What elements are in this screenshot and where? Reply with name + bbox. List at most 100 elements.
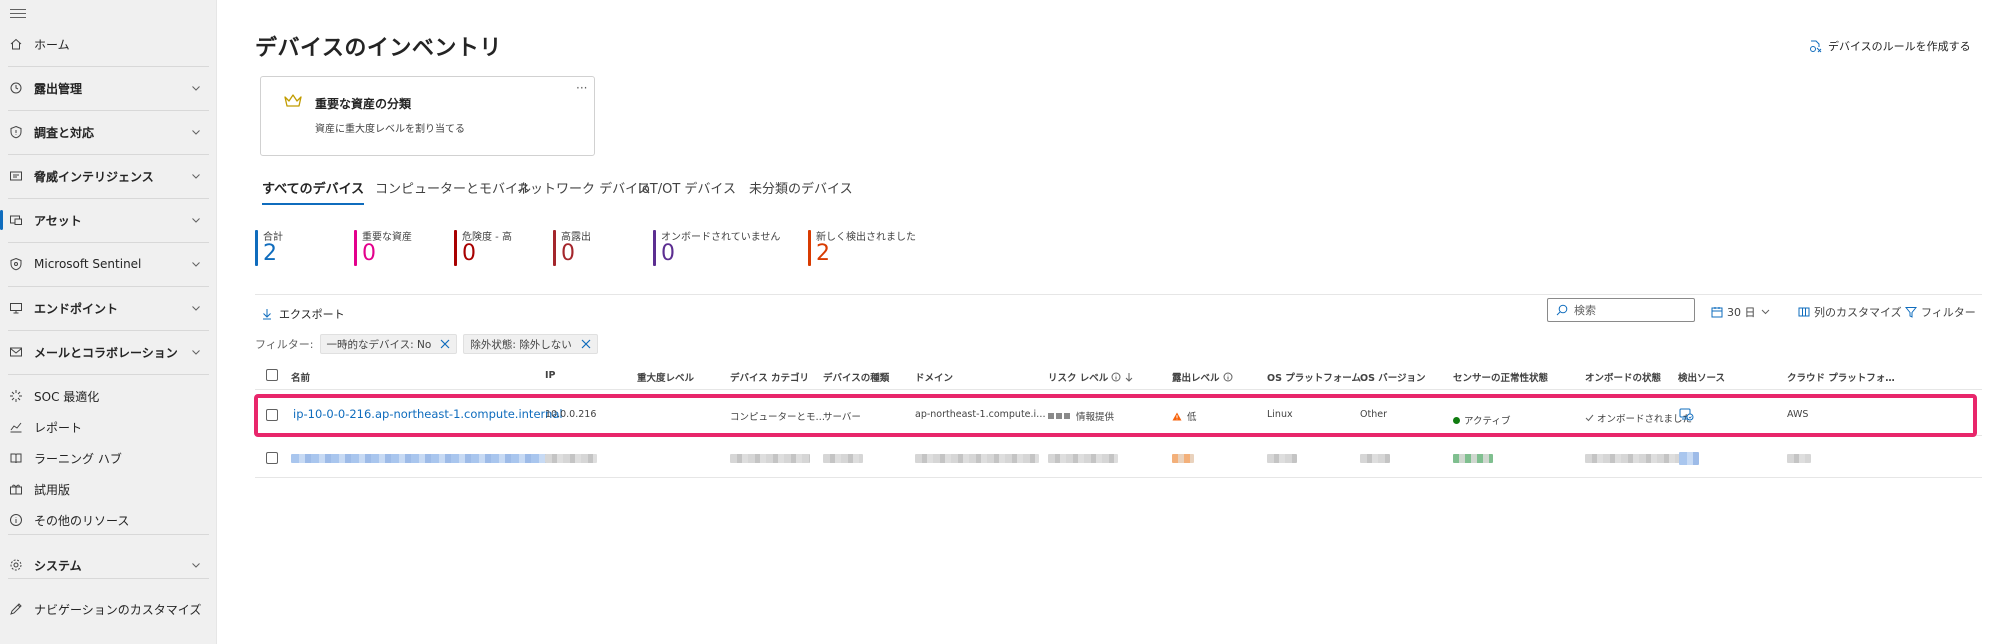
tab-uncategorized-devices[interactable]: 未分類のデバイス (749, 178, 853, 203)
redacted-type (823, 454, 863, 463)
column-header-name[interactable]: 名前 (291, 370, 310, 384)
stat-color-bar (354, 230, 357, 266)
device-domain: ap-northeast-1.compute.i… (915, 409, 1046, 420)
sidebar-item-soc-optimization[interactable]: SOC 最適化 (0, 381, 217, 411)
page-title: デバイスのインベントリ (255, 36, 502, 61)
sidebar-item-threat-intel[interactable]: 脅威インテリジェンス (0, 161, 217, 191)
sidebar-item-trial[interactable]: 試用版 (0, 474, 217, 504)
column-header-cloud-platform[interactable]: クラウド プラットフォ… (1787, 370, 1895, 384)
onboarding-status-value: オンボードされました (1597, 414, 1693, 425)
redacted-detection-source (1679, 452, 1699, 465)
device-risk-level: 情報提供 (1048, 409, 1114, 423)
sidebar-item-mail[interactable]: メールとコラボレーション (0, 337, 217, 367)
stat-value: 2 (263, 241, 277, 266)
reports-icon (10, 422, 22, 433)
search-box[interactable] (1547, 298, 1695, 322)
stat-color-bar (454, 230, 457, 266)
section-divider (255, 294, 1982, 295)
endpoint-icon (10, 303, 22, 314)
stat-label: オンボードされていません (661, 232, 781, 243)
filter-button[interactable]: フィルター (1905, 304, 1976, 320)
device-cloud-platform: AWS (1787, 409, 1809, 420)
tab-iot-ot-devices[interactable]: IoT/OT デバイス (638, 178, 736, 203)
sidebar-item-label: Microsoft Sentinel (34, 257, 142, 271)
tab-all-devices[interactable]: すべてのデバイス (262, 178, 365, 205)
table-row[interactable]: ip-10-0-0-216.ap-northeast-1.compute.int… (255, 394, 1982, 436)
redacted-device-name[interactable] (291, 454, 553, 463)
chevron-down-icon (1761, 309, 1769, 315)
sidebar-item-label: その他のリソース (34, 513, 130, 528)
close-icon[interactable] (581, 339, 591, 349)
exposure-level-value: 低 (1187, 412, 1197, 423)
sidebar-item-endpoint[interactable]: エンドポイント (0, 293, 217, 323)
column-header-ip[interactable]: IP (545, 370, 556, 381)
column-header-sensor-health[interactable]: センサーの正常性状態 (1453, 370, 1548, 384)
column-header-device-category[interactable]: デバイス カテゴリ (730, 370, 809, 384)
stat-color-bar (553, 230, 556, 266)
customize-columns-button[interactable]: 列のカスタマイズ (1798, 304, 1902, 320)
risk-bars-icon (1048, 413, 1070, 419)
card-description: 資産に重大度レベルを割り当てる (315, 124, 465, 135)
device-category: コンピューターとモ… (730, 412, 826, 423)
device-os-platform: Linux (1267, 409, 1293, 420)
chevron-down-icon (192, 130, 200, 135)
gear-icon (10, 559, 22, 571)
date-range-dropdown[interactable]: 30 日 (1711, 304, 1774, 320)
redacted-os-version (1360, 454, 1390, 463)
column-header-device-type[interactable]: デバイスの種類 (823, 370, 889, 384)
sidebar-item-exposure[interactable]: 露出管理 (0, 73, 217, 103)
detection-source-icon[interactable] (1679, 407, 1694, 424)
tab-network-devices[interactable]: ネットワーク デバイス (517, 178, 651, 203)
left-navigation: ホーム露出管理調査と対応脅威インテリジェンス アセット Microsoft Sent… (0, 0, 217, 644)
crown-icon (284, 94, 302, 107)
active-filters: フィルター: 一時的なデバイス: No 除外状態: 除外しない (255, 334, 604, 354)
checkmark-icon (1585, 414, 1594, 422)
close-icon[interactable] (440, 339, 450, 349)
sidebar-item-label: SOC 最適化 (34, 389, 100, 404)
column-header-os-platform[interactable]: OS プラットフォーム (1267, 370, 1361, 384)
row-checkbox[interactable] (266, 452, 278, 464)
hamburger-menu-icon[interactable] (10, 6, 26, 20)
days-label: 30 日 (1727, 306, 1756, 319)
column-header-os-version[interactable]: OS バージョン (1360, 370, 1426, 384)
sidebar-item-label: エンドポイント (34, 301, 119, 316)
stat-value: 0 (462, 241, 476, 266)
row-checkbox[interactable] (266, 409, 278, 421)
stat-value: 0 (362, 241, 376, 266)
column-header-detection-source[interactable]: 検出ソース (1678, 370, 1725, 384)
search-input[interactable] (1574, 303, 1684, 317)
shield-icon (10, 125, 22, 139)
export-button[interactable]: エクスポート (262, 306, 345, 322)
create-device-rule-button[interactable]: デバイスのルールを作成する (1809, 38, 1971, 54)
column-header-severity[interactable]: 重大度レベル (637, 370, 694, 384)
filter-icon (1905, 307, 1917, 318)
more-options-icon[interactable]: ··· (576, 81, 587, 95)
nav-separator (8, 66, 209, 67)
soc-optimization-icon (10, 390, 22, 402)
sidebar-item-gear[interactable]: システム (0, 550, 217, 580)
sidebar-item-sentinel[interactable]: Microsoft Sentinel (0, 249, 217, 279)
critical-asset-card[interactable]: 重要な資産の分類 資産に重大度レベルを割り当てる ··· (260, 76, 595, 156)
tab-computers-mobile[interactable]: コンピューターとモバイル (375, 178, 531, 203)
sidebar-item-info[interactable]: その他のリソース (0, 505, 217, 535)
sidebar-item-home[interactable]: ホーム (0, 29, 217, 59)
home-icon (10, 38, 22, 50)
device-name-link[interactable]: ip-10-0-0-216.ap-northeast-1.compute.int… (293, 407, 563, 421)
sidebar-item-assets[interactable]: アセット (0, 205, 217, 235)
sidebar-item-pencil[interactable]: ナビゲーションのカスタマイズ (0, 594, 217, 624)
device-os-version: Other (1360, 409, 1387, 420)
column-header-domain[interactable]: ドメイン (915, 370, 953, 384)
column-header-risk-level[interactable]: リスク レベル (1048, 370, 1133, 384)
column-header-onboarding-status[interactable]: オンボードの状態 (1585, 370, 1661, 384)
nav-separator (8, 374, 209, 375)
chip-label: 除外状態: 除外しない (470, 338, 572, 351)
main-content: デバイスのインベントリ デバイスのルールを作成する 重要な資産の分類 資産に重大… (217, 0, 2000, 644)
sidebar-item-shield[interactable]: 調査と対応 (0, 117, 217, 147)
select-all-checkbox[interactable] (266, 369, 278, 381)
info-icon (1111, 372, 1121, 382)
create-rule-label: デバイスのルールを作成する (1828, 40, 1971, 53)
table-row[interactable] (255, 436, 1982, 478)
column-header-exposure-level[interactable]: 露出レベル (1172, 370, 1233, 384)
sidebar-item-learning-hub[interactable]: ラーニング ハブ (0, 443, 217, 473)
sidebar-item-reports[interactable]: レポート (0, 412, 217, 442)
